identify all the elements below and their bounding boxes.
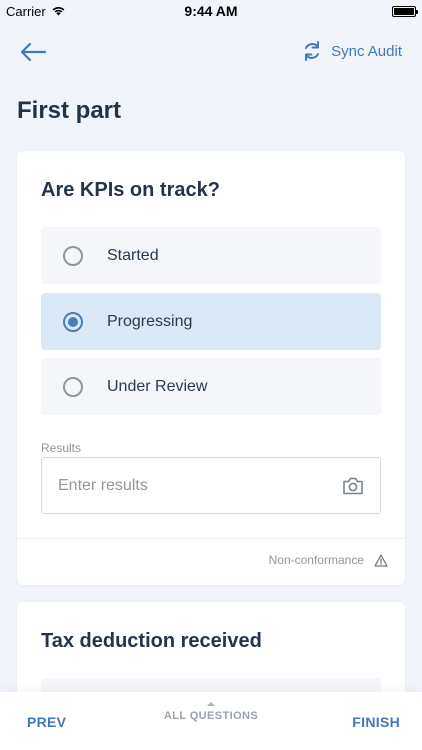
arrow-left-icon [20, 42, 47, 62]
option-started[interactable]: Started [41, 227, 381, 284]
bottom-bar: PREV ALL QUESTIONS FINISH [0, 692, 422, 750]
finish-button[interactable]: FINISH [352, 714, 400, 730]
option-label: Progressing [107, 312, 193, 330]
battery-fill [394, 7, 414, 15]
radio-checked-icon [63, 311, 83, 332]
warning-icon [374, 553, 388, 567]
question-title: Tax deduction received [41, 630, 262, 652]
option-under-review[interactable]: Under Review [41, 358, 381, 415]
nav-bar: Sync Audit [0, 30, 422, 76]
battery-icon [392, 5, 418, 17]
results-input[interactable] [58, 458, 318, 513]
sync-audit-label: Sync Audit [331, 42, 402, 60]
camera-icon [343, 477, 363, 495]
wifi-icon [51, 4, 66, 19]
option-label: Under Review [107, 377, 208, 395]
radio-unchecked-icon [63, 376, 83, 397]
sync-audit-button[interactable]: Sync Audit [302, 40, 402, 62]
sync-icon [305, 41, 320, 61]
option-progressing[interactable]: Progressing [41, 293, 381, 350]
non-conformance-button[interactable]: Non-conformance [269, 553, 388, 567]
results-field [41, 457, 381, 514]
status-bar: Carrier 9:44 AM [0, 0, 422, 22]
radio-unchecked-icon [63, 245, 83, 266]
divider [17, 538, 405, 539]
carrier-label: Carrier [6, 3, 46, 19]
status-left: Carrier [6, 4, 66, 19]
radio-dot [68, 316, 78, 327]
question-title: Are KPIs on track? [41, 179, 220, 201]
back-button[interactable] [18, 40, 48, 64]
results-label: Results [41, 441, 82, 455]
page-title: First part [17, 97, 122, 124]
camera-button[interactable] [342, 475, 364, 497]
option-label: Started [107, 246, 159, 264]
caret-up-icon [207, 702, 215, 706]
question-card: Are KPIs on track? Started Progressing U… [17, 151, 405, 585]
non-conformance-label: Non-conformance [268, 553, 364, 567]
